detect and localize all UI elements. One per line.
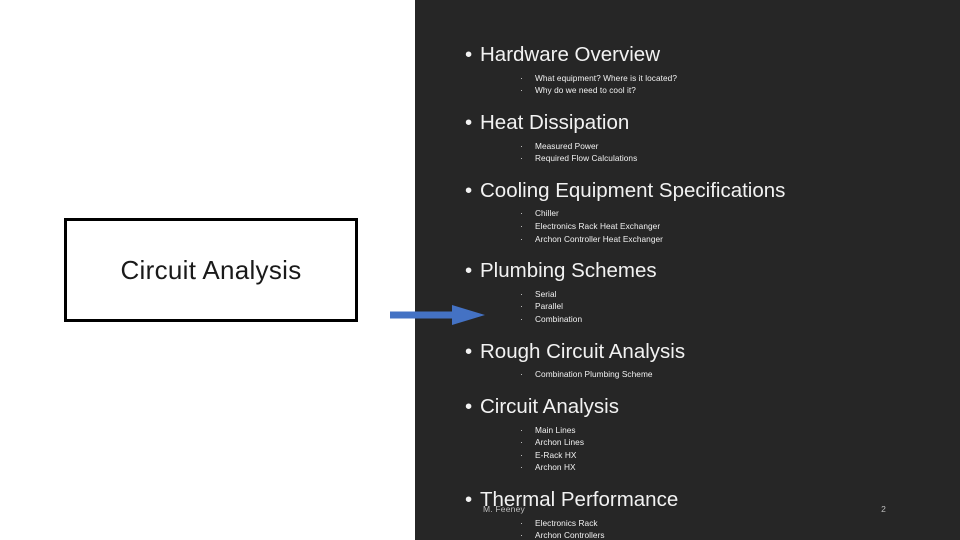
bullet-level1-icon: • bbox=[465, 178, 473, 202]
agenda-item-level2: · E-Rack HX bbox=[415, 449, 960, 462]
bullet-level2-icon: · bbox=[520, 208, 523, 219]
agenda-item-level1: • Rough Circuit Analysis bbox=[415, 339, 960, 366]
footer-page-number: 2 bbox=[881, 504, 886, 514]
agenda-item-level1-label: Rough Circuit Analysis bbox=[480, 339, 686, 363]
agenda-item-level2-label: Required Flow Calculations bbox=[535, 153, 638, 164]
agenda-item-level1: • Hardware Overview bbox=[415, 42, 960, 69]
agenda-item-level1-label: Circuit Analysis bbox=[480, 394, 619, 418]
agenda-item-level2: · Archon Lines bbox=[415, 436, 960, 449]
bullet-level2-icon: · bbox=[520, 369, 523, 380]
agenda-sublist: · Measured Power · Required Flow Calculatio… bbox=[415, 140, 960, 165]
agenda-item-level2-label: Archon HX bbox=[535, 462, 576, 473]
bullet-level2-icon: · bbox=[520, 424, 523, 435]
agenda-item-level2-label: Archon Lines bbox=[535, 437, 585, 448]
section-title-text: Circuit Analysis bbox=[120, 254, 302, 285]
agenda-item-level1-label: Heat Dissipation bbox=[480, 110, 630, 134]
agenda-item-level2: · Why do we need to cool it? bbox=[415, 84, 960, 97]
bullet-level1-icon: • bbox=[465, 43, 473, 66]
bullet-level2-icon: · bbox=[520, 153, 523, 164]
agenda-item-level2: · Archon Controllers bbox=[415, 529, 960, 540]
agenda-item-level1-label: Cooling Equipment Specifications bbox=[480, 178, 786, 202]
agenda-item-level2-label: Measured Power bbox=[535, 140, 599, 151]
agenda-item-level2: · Chiller bbox=[415, 207, 960, 220]
agenda-item-level1: • Circuit Analysis bbox=[415, 394, 960, 421]
agenda-item-level1: • Heat Dissipation bbox=[415, 110, 960, 137]
agenda-item-level2: · Parallel bbox=[415, 300, 960, 313]
agenda-outline-list: • Hardware Overview · What equipment? Where… bbox=[415, 0, 960, 540]
agenda-item-level2: · Electronics Rack Heat Exchanger bbox=[415, 220, 960, 233]
section-title-box: Circuit Analysis bbox=[64, 218, 358, 322]
agenda-sublist: ·Electronics Rack·Archon Controllers·Sur… bbox=[415, 517, 960, 540]
agenda-item-level2-label: Chiller bbox=[535, 208, 559, 219]
agenda-item-level2-label: Serial bbox=[535, 288, 557, 299]
agenda-item-level1: • Plumbing Schemes bbox=[415, 258, 960, 285]
footer-author-text: M. Feeney bbox=[483, 504, 525, 514]
agenda-item-level2-label: Combination Plumbing Scheme bbox=[535, 369, 653, 380]
agenda-item-level2-label: Archon Controllers bbox=[535, 530, 605, 540]
agenda-item-level2: · Main Lines bbox=[415, 424, 960, 437]
agenda-item-level2: · Measured Power bbox=[415, 140, 960, 153]
slide-right-panel: • Hardware Overview · What equipment? Where… bbox=[415, 0, 960, 540]
bullet-level2-icon: · bbox=[520, 462, 523, 473]
bullet-level2-icon: · bbox=[520, 449, 523, 460]
presentation-slide: Circuit Analysis • Hardware Overview · What… bbox=[0, 0, 960, 540]
bullet-level2-icon: · bbox=[520, 288, 523, 299]
agenda-sublist: · What equipment? Where is it located? · Wh… bbox=[415, 72, 960, 97]
agenda-sublist: · Serial · Parallel · Combination bbox=[415, 288, 960, 326]
bullet-level1-icon: • bbox=[465, 394, 473, 418]
agenda-item-level2-label: What equipment? Where is it located? bbox=[535, 72, 677, 83]
agenda-item-level2: · Archon Controller Heat Exchanger bbox=[415, 233, 960, 246]
agenda-item-level2-label: Parallel bbox=[535, 301, 564, 312]
agenda-item-level2: · Required Flow Calculations bbox=[415, 152, 960, 165]
slide-footer: M. Feeney 2 bbox=[415, 504, 960, 520]
agenda-item-level2: · What equipment? Where is it located? bbox=[415, 72, 960, 85]
bullet-level2-icon: · bbox=[520, 140, 523, 151]
agenda-item-level1-label: Hardware Overview bbox=[480, 43, 660, 66]
agenda-sublist: · Combination Plumbing Scheme bbox=[415, 368, 960, 381]
bullet-level2-icon: · bbox=[520, 72, 523, 83]
agenda-item-level1-label: Plumbing Schemes bbox=[480, 259, 657, 283]
agenda-item-level2-label: Archon Controller Heat Exchanger bbox=[535, 233, 663, 244]
agenda-item-level2: · Combination Plumbing Scheme bbox=[415, 368, 960, 381]
agenda-item-level2-label: Combination bbox=[535, 314, 583, 325]
agenda-item-level2-label: Electronics Rack Heat Exchanger bbox=[535, 220, 661, 231]
agenda-item-level2: · Serial bbox=[415, 288, 960, 301]
bullet-level1-icon: • bbox=[465, 110, 473, 134]
bullet-level2-icon: · bbox=[520, 301, 523, 312]
bullet-level1-icon: • bbox=[465, 259, 473, 283]
bullet-level2-icon: · bbox=[520, 233, 523, 244]
agenda-item-level2: · Archon HX bbox=[415, 461, 960, 474]
bullet-level2-icon: · bbox=[520, 437, 523, 448]
agenda-item-level2-label: Main Lines bbox=[535, 424, 576, 435]
agenda-item-level2: · Combination bbox=[415, 313, 960, 326]
agenda-sublist: · Main Lines · Archon Lines · E-Rack HX · Archo… bbox=[415, 424, 960, 474]
agenda-item-level2-label: Why do we need to cool it? bbox=[535, 85, 636, 96]
bullet-level2-icon: · bbox=[520, 220, 523, 231]
bullet-level2-icon: · bbox=[520, 85, 523, 96]
slide-left-panel: Circuit Analysis bbox=[0, 0, 415, 540]
bullet-level2-icon: · bbox=[520, 530, 523, 540]
bullet-level1-icon: • bbox=[465, 339, 473, 363]
agenda-sublist: · Chiller · Electronics Rack Heat Exchanger… bbox=[415, 207, 960, 245]
agenda-item-level1: • Cooling Equipment Specifications bbox=[415, 178, 960, 205]
bullet-level2-icon: · bbox=[520, 314, 523, 325]
agenda-item-level2-label: E-Rack HX bbox=[535, 449, 577, 460]
